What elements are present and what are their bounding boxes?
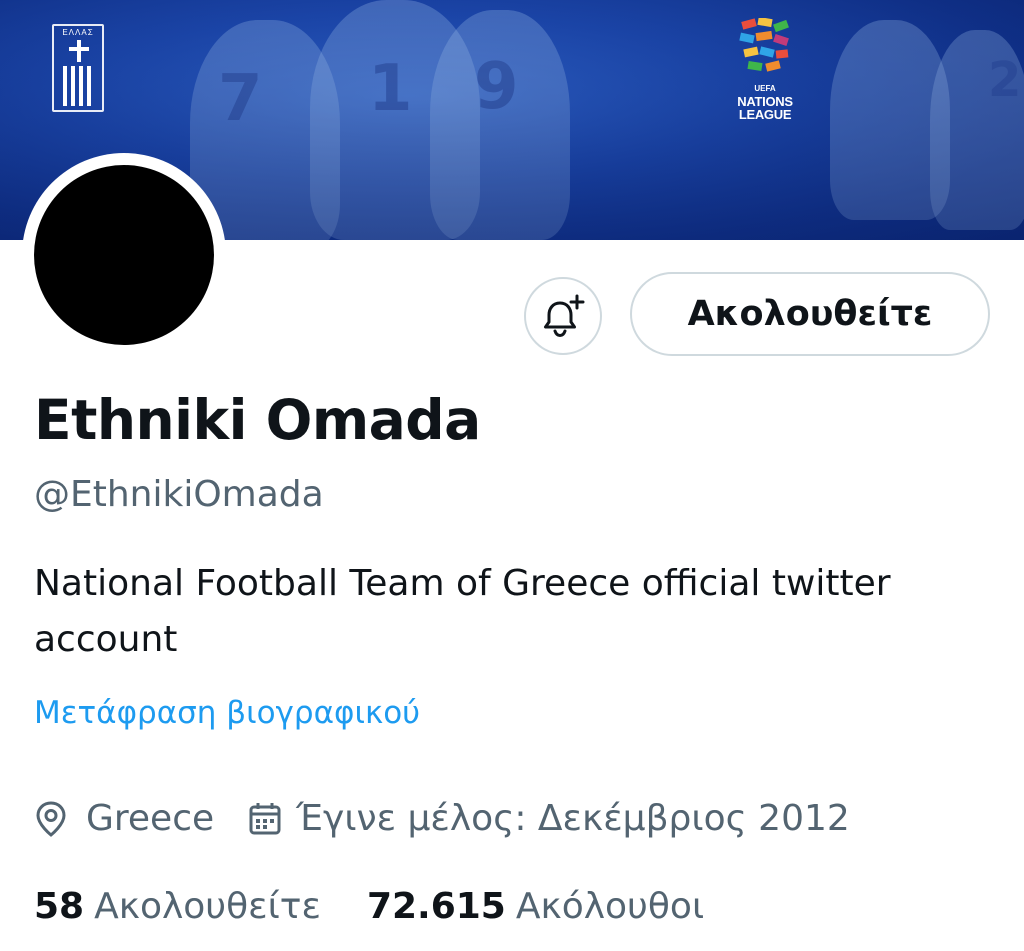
following-label: Ακολουθείτε [94, 886, 321, 927]
location-text: Greece [86, 798, 215, 839]
following-stat-link[interactable]: 58 Ακολουθείτε [34, 886, 321, 927]
followers-stat-link[interactable]: 72.615 Ακόλουθοι [367, 886, 704, 927]
nations-league-text: UEFA NATIONS LEAGUE [730, 82, 800, 121]
greek-federation-crest: ΕΛΛΑΣ [52, 24, 104, 112]
user-handle: @EthnikiOmada [34, 474, 324, 515]
bell-plus-icon [544, 294, 585, 338]
following-button[interactable]: Ακολουθείτε [630, 272, 990, 356]
avatar[interactable] [34, 165, 214, 345]
crest-text: ΕΛΛΑΣ [62, 28, 94, 37]
profile-meta: Greece Έγινε μέλος: Δεκέμβριος 2012 [34, 798, 850, 839]
followers-label: Ακόλουθοι [515, 886, 705, 927]
crest-stripes [63, 66, 93, 106]
location-pin-icon [34, 800, 68, 838]
translate-bio-link[interactable]: Μετάφραση βιογραφικού [34, 695, 420, 731]
profile-page: 7 1 9 2 ΕΛΛΑΣ [0, 0, 1024, 951]
followers-count: 72.615 [366, 886, 506, 927]
crest-cross [77, 40, 81, 62]
notifications-button[interactable] [524, 277, 602, 355]
crest-cross [69, 47, 89, 51]
calendar-icon [248, 801, 282, 837]
profile-bio: National Football Team of Greece officia… [34, 563, 891, 660]
nations-league-text-line3: LEAGUE [738, 107, 792, 122]
following-count: 58 [34, 886, 85, 927]
joined-date-text: Έγινε μέλος: Δεκέμβριος 2012 [296, 798, 850, 839]
nations-league-emblem-icon [739, 18, 789, 72]
nations-league-logo: UEFA NATIONS LEAGUE [730, 18, 800, 128]
display-name: Ethniki Omada [34, 388, 481, 452]
follow-stats: 58 Ακολουθείτε 72.615 Ακόλουθοι [34, 886, 704, 927]
